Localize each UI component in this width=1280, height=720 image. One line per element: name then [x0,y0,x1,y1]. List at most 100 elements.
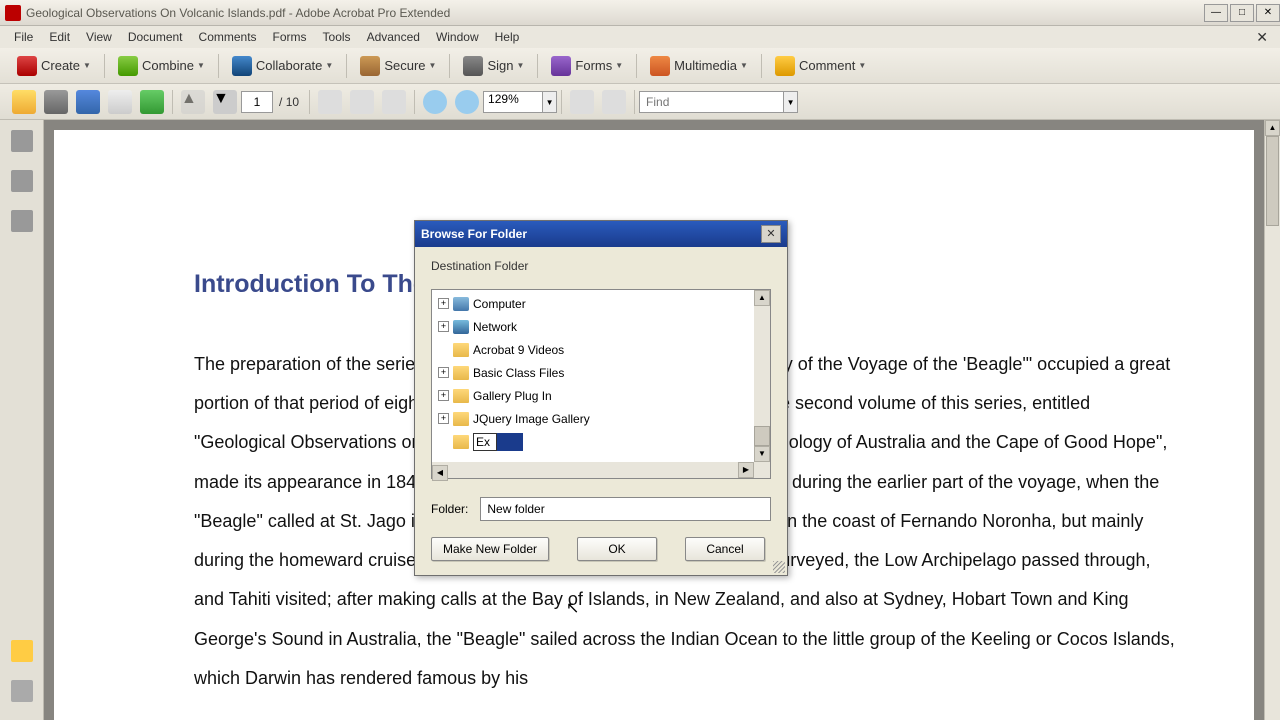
folder-rename-input[interactable] [473,433,497,451]
attachments-panel-icon[interactable] [11,680,33,702]
chevron-down-icon: ▼ [516,61,524,70]
find-input[interactable] [639,91,784,113]
zoom-out-icon[interactable] [423,90,447,114]
maximize-button[interactable]: □ [1230,4,1254,22]
scroll-thumb[interactable] [754,426,770,446]
scroll-up-icon[interactable]: ▲ [1265,120,1280,136]
app-icon [5,5,21,21]
expand-icon[interactable]: + [438,298,449,309]
destination-folder-label: Destination Folder [431,259,771,273]
menubar: File Edit View Document Comments Forms T… [0,26,1280,48]
sign-button[interactable]: Sign▼ [454,51,533,81]
marquee-zoom-icon[interactable] [382,90,406,114]
cancel-button[interactable]: Cancel [685,537,765,561]
tree-item-folder[interactable]: + Gallery Plug In [432,384,754,407]
hand-tool-icon[interactable] [350,90,374,114]
menu-comments[interactable]: Comments [191,28,265,46]
collaborate-button[interactable]: Collaborate▼ [223,51,342,81]
forms-button[interactable]: Forms▼ [542,51,632,81]
combine-button[interactable]: Combine▼ [109,51,214,81]
find-dropdown-button[interactable]: ▼ [784,91,798,113]
folder-name-input[interactable] [480,497,771,521]
network-icon [453,320,469,334]
dialog-titlebar[interactable]: Browse For Folder ✕ [415,221,787,247]
zoom-in-icon[interactable] [455,90,479,114]
close-document-button[interactable]: ✕ [1250,29,1274,46]
menu-edit[interactable]: Edit [41,28,78,46]
minimize-button[interactable]: — [1204,4,1228,22]
dialog-close-button[interactable]: ✕ [761,225,781,243]
page-down-icon[interactable]: ▼ [213,90,237,114]
combine-icon [118,56,138,76]
scroll-thumb[interactable] [1266,136,1279,226]
menu-forms[interactable]: Forms [265,28,315,46]
rename-selection-highlight [497,433,523,451]
main-toolbar: Create▼ Combine▼ Collaborate▼ Secure▼ Si… [0,48,1280,84]
fit-page-icon[interactable] [570,90,594,114]
zoom-dropdown-button[interactable]: ▼ [543,91,557,113]
comment-button[interactable]: Comment▼ [766,51,875,81]
close-button[interactable]: ✕ [1256,4,1280,22]
page-number-input[interactable] [241,91,273,113]
upload-icon[interactable] [140,90,164,114]
tree-item-folder[interactable]: Acrobat 9 Videos [432,338,754,361]
resize-grip[interactable] [773,561,785,573]
expand-icon[interactable]: + [438,367,449,378]
tree-item-folder[interactable]: + JQuery Image Gallery [432,407,754,430]
tree-item-new-folder[interactable] [432,430,754,453]
open-icon[interactable] [12,90,36,114]
tree-vertical-scrollbar[interactable]: ▲ ▼ [754,290,770,462]
folder-icon [453,389,469,403]
scroll-right-icon[interactable]: ▶ [738,462,754,478]
navigation-pane [0,120,44,720]
select-tool-icon[interactable] [318,90,342,114]
page-total-label: / 10 [279,95,299,109]
tree-item-computer[interactable]: + Computer [432,292,754,315]
scroll-up-icon[interactable]: ▲ [754,290,770,306]
fit-width-icon[interactable] [602,90,626,114]
expand-icon[interactable]: + [438,390,449,401]
folder-icon [453,412,469,426]
forms-icon [551,56,571,76]
folder-tree: + Computer + Network Acrobat 9 Videos + … [431,289,771,479]
bookmarks-panel-icon[interactable] [11,170,33,192]
save-icon[interactable] [76,90,100,114]
folder-icon [453,343,469,357]
menu-view[interactable]: View [78,28,120,46]
expand-icon[interactable]: + [438,321,449,332]
folder-field-label: Folder: [431,502,468,516]
secure-button[interactable]: Secure▼ [351,51,445,81]
menu-file[interactable]: File [6,28,41,46]
signatures-panel-icon[interactable] [11,210,33,232]
pages-panel-icon[interactable] [11,130,33,152]
window-title: Geological Observations On Volcanic Isla… [26,6,1202,20]
tree-item-folder[interactable]: + Basic Class Files [432,361,754,384]
folder-icon [453,366,469,380]
expand-icon[interactable]: + [438,413,449,424]
menu-help[interactable]: Help [487,28,528,46]
ok-button[interactable]: OK [577,537,657,561]
make-new-folder-button[interactable]: Make New Folder [431,537,549,561]
tree-item-network[interactable]: + Network [432,315,754,338]
tree-horizontal-scrollbar[interactable]: ◀ ▶ [432,462,754,478]
print-icon[interactable] [44,90,68,114]
create-button[interactable]: Create▼ [8,51,100,81]
menu-advanced[interactable]: Advanced [359,28,428,46]
browse-folder-dialog: Browse For Folder ✕ Destination Folder +… [414,220,788,576]
scroll-left-icon[interactable]: ◀ [432,465,448,481]
multimedia-button[interactable]: Multimedia▼ [641,51,757,81]
vertical-scrollbar[interactable]: ▲ [1264,120,1280,720]
comments-panel-icon[interactable] [11,640,33,662]
email-icon[interactable] [108,90,132,114]
computer-icon [453,297,469,311]
menu-window[interactable]: Window [428,28,487,46]
create-icon [17,56,37,76]
chevron-down-icon: ▼ [740,61,748,70]
scroll-down-icon[interactable]: ▼ [754,446,770,462]
folder-icon [453,435,469,449]
menu-tools[interactable]: Tools [315,28,359,46]
chevron-down-icon: ▼ [83,61,91,70]
page-up-icon[interactable]: ▲ [181,90,205,114]
menu-document[interactable]: Document [120,28,191,46]
zoom-level-input[interactable]: 129% [483,91,543,113]
